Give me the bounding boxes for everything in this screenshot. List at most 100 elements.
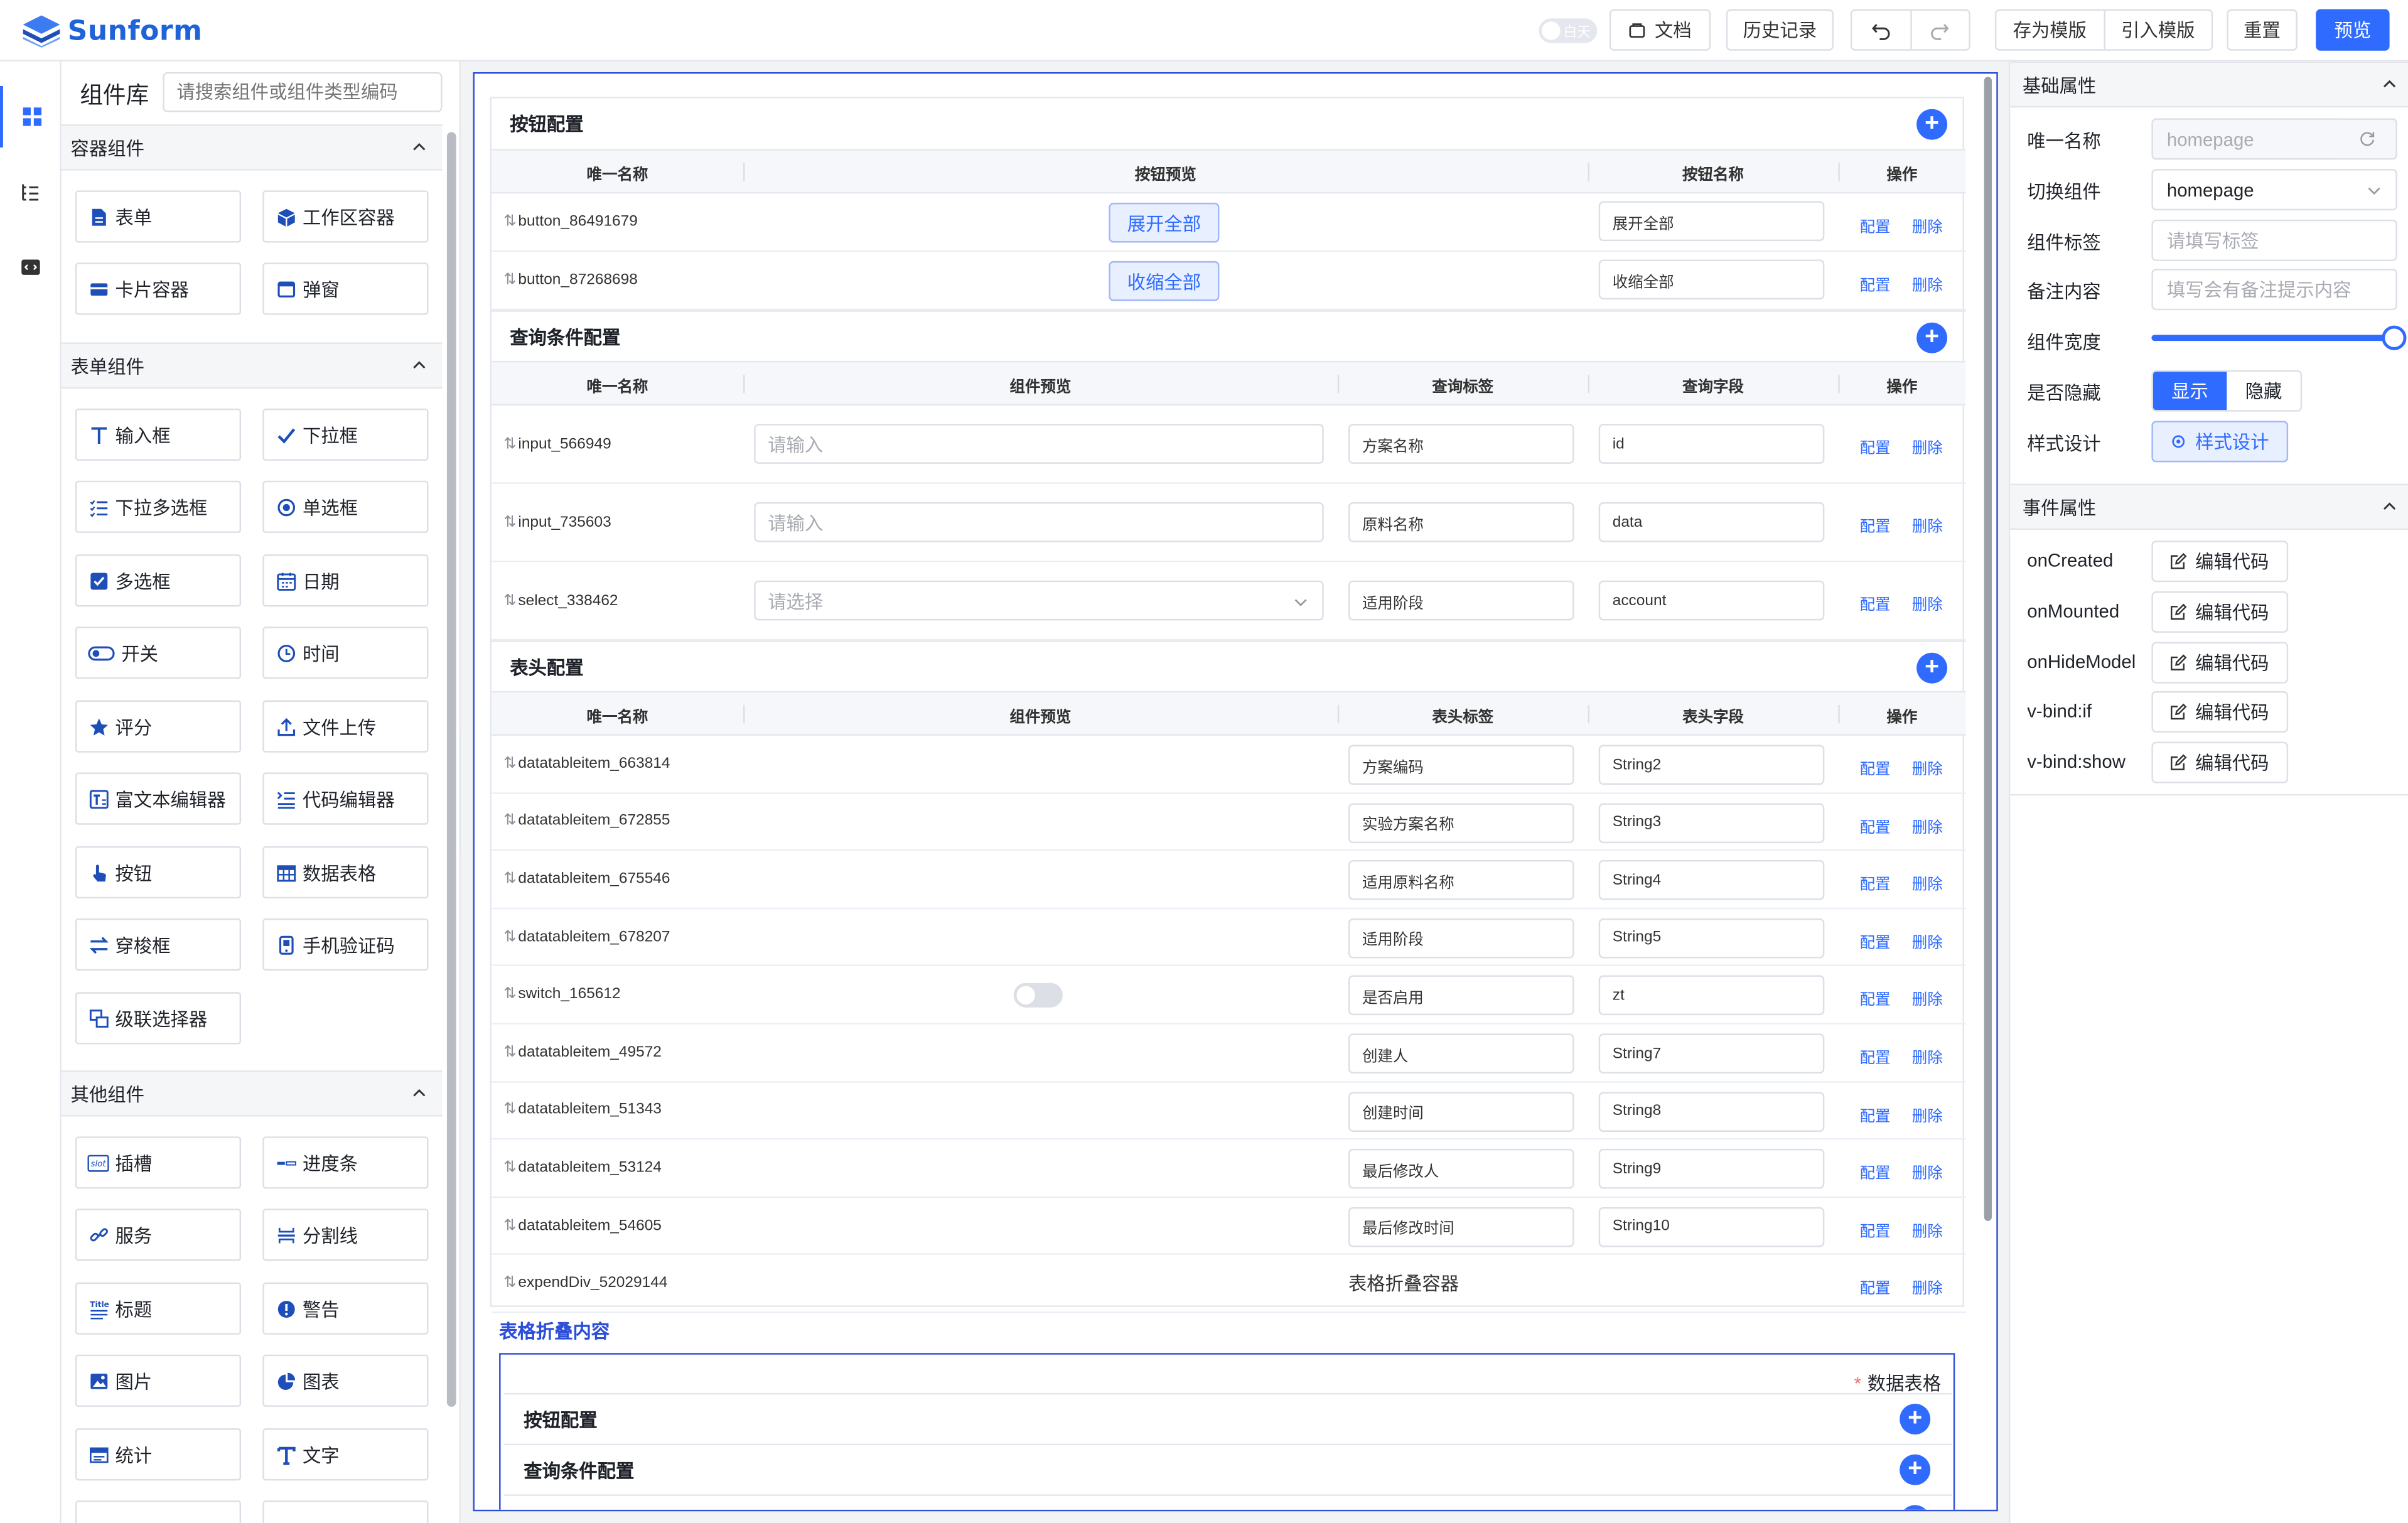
drag-handle-icon[interactable]: ⇅ — [503, 813, 517, 830]
delete-link[interactable]: 删除 — [1912, 929, 1943, 952]
config-link[interactable]: 配置 — [1860, 1045, 1891, 1067]
delete-link[interactable]: 删除 — [1912, 1045, 1943, 1067]
component-title[interactable]: Title 标题 — [75, 1282, 242, 1335]
edit-code-button[interactable]: 编辑代码 — [2151, 742, 2289, 784]
query-field-input[interactable]: account — [1598, 580, 1825, 621]
component-multiselect[interactable]: 下拉多选框 — [75, 480, 242, 533]
column-label-input[interactable]: 是否启用 — [1348, 976, 1574, 1016]
component-text[interactable]: 文字 — [262, 1428, 429, 1481]
canvas-scrollbar[interactable] — [1984, 77, 1992, 1221]
component-data-table[interactable]: 数据表格 — [262, 846, 429, 899]
component-workspace[interactable]: 工作区容器 — [262, 190, 429, 243]
style-design-button[interactable]: 样式设计 — [2151, 421, 2289, 463]
component-service[interactable]: 服务 — [75, 1208, 242, 1261]
component-progress[interactable]: 进度条 — [262, 1136, 429, 1189]
redo-button[interactable] — [1911, 11, 1969, 49]
drag-handle-icon[interactable]: ⇅ — [503, 592, 517, 609]
group-header-form[interactable]: 表单组件 — [61, 342, 443, 389]
switch-component-select[interactable]: homepage — [2151, 169, 2397, 211]
group-header-container[interactable]: 容器组件 — [61, 124, 443, 171]
drag-handle-icon[interactable]: ⇅ — [503, 1275, 517, 1292]
design-canvas[interactable]: 按钮配置 + 唯一名称 按钮预览 按钮名称 操作 ⇅ button_8649167… — [473, 72, 1998, 1512]
query-field-input[interactable]: data — [1598, 502, 1825, 542]
switch-preview[interactable] — [1013, 983, 1063, 1008]
query-field-input[interactable]: id — [1598, 424, 1825, 464]
column-label-input[interactable]: 适用阶段 — [1348, 918, 1574, 959]
config-link[interactable]: 配置 — [1860, 513, 1891, 536]
undo-button[interactable] — [1852, 11, 1911, 50]
width-slider-track[interactable] — [2151, 335, 2394, 342]
config-link[interactable]: 配置 — [1860, 987, 1891, 1009]
component-alert[interactable]: 警告 — [262, 1282, 429, 1335]
width-slider-knob[interactable] — [2382, 325, 2407, 350]
delete-link[interactable]: 删除 — [1912, 1217, 1943, 1240]
drag-handle-icon[interactable]: ⇅ — [503, 213, 517, 230]
column-field-input[interactable]: String9 — [1598, 1149, 1825, 1189]
config-link[interactable]: 配置 — [1860, 1160, 1891, 1183]
remark-input[interactable]: 填写会有备注提示内容 — [2151, 269, 2397, 311]
component-image[interactable]: 图片 — [75, 1354, 242, 1407]
component-checkbox[interactable]: 多选框 — [75, 554, 242, 607]
drag-handle-icon[interactable]: ⇅ — [503, 514, 517, 530]
rail-code[interactable] — [0, 237, 62, 298]
column-field-input[interactable]: zt — [1598, 976, 1825, 1016]
column-label-input[interactable]: 创建时间 — [1348, 1091, 1574, 1132]
rail-components[interactable] — [0, 85, 62, 148]
column-field-input[interactable]: String4 — [1598, 860, 1825, 901]
basic-props-header[interactable]: 基础属性 — [2010, 61, 2408, 108]
column-label-input[interactable]: 最后修改时间 — [1348, 1207, 1574, 1247]
theme-toggle[interactable]: 白天 — [1539, 18, 1598, 43]
query-label-input[interactable]: 方案名称 — [1348, 424, 1574, 464]
edit-code-button[interactable]: 编辑代码 — [2151, 591, 2289, 633]
delete-link[interactable]: 删除 — [1912, 1160, 1943, 1183]
delete-link[interactable]: 删除 — [1912, 213, 1943, 237]
column-field-input[interactable]: String3 — [1598, 802, 1825, 843]
component-slot[interactable]: slot 插槽 — [75, 1136, 242, 1189]
config-link[interactable]: 配置 — [1860, 1217, 1891, 1240]
component-input[interactable]: 输入框 — [75, 408, 242, 461]
hide-option[interactable]: 隐藏 — [2227, 372, 2300, 410]
delete-link[interactable]: 删除 — [1912, 871, 1943, 894]
history-button[interactable]: 历史记录 — [1726, 9, 1834, 51]
config-link[interactable]: 配置 — [1860, 272, 1891, 295]
config-link[interactable]: 配置 — [1860, 591, 1891, 615]
drag-handle-icon[interactable]: ⇅ — [503, 1217, 517, 1234]
component-cascader[interactable]: 级联选择器 — [75, 992, 242, 1045]
event-props-header[interactable]: 事件属性 — [2010, 483, 2408, 530]
docs-button[interactable]: 文档 — [1609, 9, 1711, 51]
delete-link[interactable]: 删除 — [1912, 591, 1943, 615]
drag-handle-icon[interactable]: ⇅ — [503, 1160, 517, 1176]
show-option[interactable]: 显示 — [2153, 372, 2227, 411]
config-link[interactable]: 配置 — [1860, 1275, 1891, 1298]
delete-link[interactable]: 删除 — [1912, 814, 1943, 836]
component-sms-code[interactable]: 手机验证码 — [262, 918, 429, 971]
component-radio[interactable]: 单选框 — [262, 480, 429, 533]
drag-handle-icon[interactable]: ⇅ — [503, 871, 517, 888]
config-link[interactable]: 配置 — [1860, 814, 1891, 836]
component-code-editor[interactable]: 代码编辑器 — [262, 772, 429, 825]
component-upload[interactable]: 文件上传 — [262, 700, 429, 753]
edit-code-button[interactable]: 编辑代码 — [2151, 541, 2289, 583]
drag-handle-icon[interactable]: ⇅ — [503, 272, 517, 289]
drag-handle-icon[interactable]: ⇅ — [503, 1044, 517, 1061]
delete-link[interactable]: 删除 — [1912, 434, 1943, 458]
library-scrollbar[interactable] — [446, 132, 456, 1407]
delete-link[interactable]: 删除 — [1912, 756, 1943, 778]
drag-handle-icon[interactable]: ⇅ — [503, 436, 517, 453]
delete-link[interactable]: 删除 — [1912, 1275, 1943, 1298]
delete-link[interactable]: 删除 — [1912, 272, 1943, 295]
preview-button[interactable]: 预览 — [2316, 9, 2390, 51]
delete-link[interactable]: 删除 — [1912, 513, 1943, 536]
nested-data-table[interactable]: *数据表格 按钮配置 + 查询条件配置 + + — [499, 1353, 1955, 1510]
component-chart[interactable]: 图表 — [262, 1354, 429, 1407]
delete-link[interactable]: 删除 — [1912, 987, 1943, 1009]
component-rich-text[interactable]: 富文本编辑器 — [75, 772, 242, 825]
column-label-input[interactable]: 方案编码 — [1348, 745, 1574, 785]
column-label-input[interactable]: 适用原料名称 — [1348, 860, 1574, 901]
button-preview[interactable]: 收缩全部 — [1109, 261, 1220, 301]
column-field-input[interactable]: String7 — [1598, 1033, 1825, 1074]
component-date[interactable]: 日期 — [262, 554, 429, 607]
drag-handle-icon[interactable]: ⇅ — [503, 1102, 517, 1119]
rail-outline[interactable] — [0, 161, 62, 223]
button-name-input[interactable]: 收缩全部 — [1598, 259, 1825, 300]
